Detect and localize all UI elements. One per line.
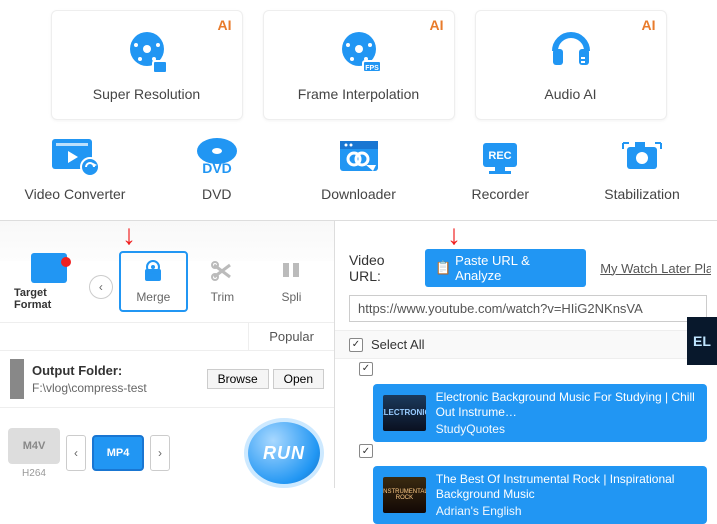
- select-all-checkbox[interactable]: ✓: [349, 338, 363, 352]
- video-title: The Best Of Instrumental Rock | Inspirat…: [436, 472, 697, 502]
- tool-label: DVD: [202, 186, 232, 202]
- output-accent: [10, 359, 24, 399]
- video-author: StudyQuotes: [436, 422, 697, 436]
- card-audio-ai[interactable]: AI Audio AI: [475, 10, 667, 120]
- merge-icon: [139, 259, 167, 286]
- ai-badge: AI: [642, 17, 656, 33]
- browse-button[interactable]: Browse: [207, 369, 269, 389]
- tool-video-converter[interactable]: Video Converter: [10, 135, 140, 202]
- video-thumb: ELECTRONIC: [383, 395, 426, 431]
- super-resolution-icon: [121, 29, 173, 78]
- svg-text:DVD: DVD: [202, 160, 232, 176]
- output-folder-path: F:\vlog\compress-test: [32, 381, 203, 395]
- video-title: Electronic Background Music For Studying…: [436, 390, 697, 420]
- target-format-button[interactable]: Target Format: [14, 253, 83, 311]
- trim-icon: [208, 259, 236, 286]
- format-mp4[interactable]: MP4: [92, 435, 144, 471]
- tool-label: Video Converter: [25, 186, 126, 202]
- tab-spacer: [0, 323, 248, 350]
- paste-url-button[interactable]: 📋 Paste URL & Analyze: [425, 249, 586, 287]
- side-thumb[interactable]: EL: [687, 317, 717, 365]
- clipboard-icon: 📋: [435, 260, 451, 276]
- target-format-label: Target Format: [14, 287, 83, 311]
- card-label: Super Resolution: [93, 86, 200, 102]
- item-checkbox[interactable]: ✓: [359, 444, 373, 458]
- format-m4v[interactable]: M4V: [8, 428, 60, 464]
- watch-later-link[interactable]: My Watch Later Pla: [600, 261, 711, 276]
- video-item[interactable]: INSTRUMENTAL ROCK The Best Of Instrument…: [373, 466, 707, 524]
- video-author: Adrian's English: [436, 504, 697, 518]
- merge-label: Merge: [136, 290, 170, 304]
- arrow-down-icon: ↓: [447, 219, 461, 251]
- tool-label: Downloader: [321, 186, 396, 202]
- run-button[interactable]: RUN: [244, 418, 324, 488]
- arrow-down-icon: ↓: [122, 219, 136, 251]
- ai-badge: AI: [430, 17, 444, 33]
- card-label: Audio AI: [544, 86, 596, 102]
- tool-recorder[interactable]: REC Recorder: [435, 135, 565, 202]
- downloader-icon: [332, 135, 386, 180]
- svg-text:REC: REC: [489, 150, 512, 162]
- dvd-icon: DVD: [190, 135, 244, 180]
- tool-stabilization[interactable]: Stabilization: [577, 135, 707, 202]
- video-item[interactable]: ELECTRONIC Electronic Background Music F…: [373, 384, 707, 442]
- paste-url-label: Paste URL & Analyze: [455, 253, 576, 283]
- tool-dvd[interactable]: DVD DVD: [152, 135, 282, 202]
- svg-text:FPS: FPS: [365, 65, 379, 72]
- frame-interpolation-icon: FPS: [333, 29, 385, 78]
- card-super-resolution[interactable]: AI Super Resolution: [51, 10, 243, 120]
- format-prev[interactable]: ‹: [66, 435, 86, 471]
- item-checkbox[interactable]: ✓: [359, 362, 373, 376]
- split-label: Spli: [281, 290, 301, 304]
- ai-badge: AI: [218, 17, 232, 33]
- card-label: Frame Interpolation: [298, 86, 419, 102]
- split-icon: [281, 259, 301, 286]
- prev-button[interactable]: ‹: [89, 275, 113, 299]
- select-all-label: Select All: [371, 337, 424, 352]
- stabilization-icon: [615, 135, 669, 180]
- tool-label: Recorder: [471, 186, 529, 202]
- tab-popular[interactable]: Popular: [248, 323, 334, 350]
- url-input[interactable]: [349, 295, 707, 322]
- tool-label: Stabilization: [604, 186, 680, 202]
- audio-ai-icon: [545, 29, 597, 78]
- video-thumb: INSTRUMENTAL ROCK: [383, 477, 426, 513]
- target-format-icon: [31, 253, 67, 283]
- merge-button[interactable]: Merge: [119, 251, 188, 312]
- card-frame-interpolation[interactable]: AI FPS Frame Interpolation: [263, 10, 455, 120]
- video-url-label: Video URL:: [349, 252, 419, 284]
- split-button[interactable]: Spli: [257, 253, 326, 310]
- open-button[interactable]: Open: [273, 369, 324, 389]
- trim-label: Trim: [211, 290, 235, 304]
- output-folder-label: Output Folder:: [32, 363, 203, 378]
- video-converter-icon: [48, 135, 102, 180]
- tool-downloader[interactable]: Downloader: [294, 135, 424, 202]
- trim-button[interactable]: Trim: [188, 253, 257, 310]
- format-next[interactable]: ›: [150, 435, 170, 471]
- recorder-icon: REC: [473, 135, 527, 180]
- format-h264: H264: [8, 468, 60, 479]
